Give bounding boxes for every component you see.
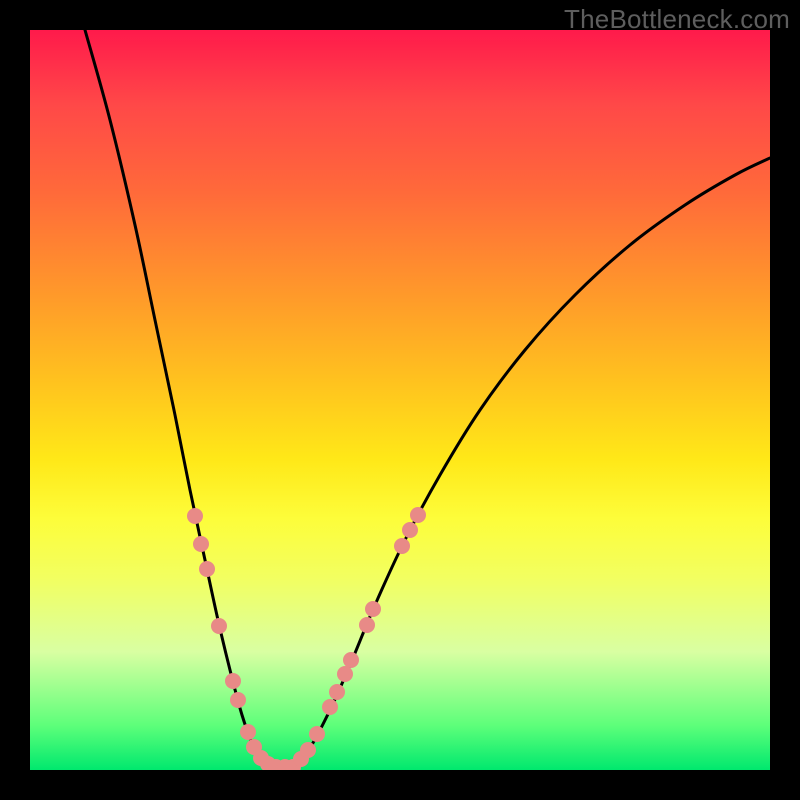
watermark-text: TheBottleneck.com	[564, 4, 790, 35]
marker-dot	[410, 507, 426, 523]
marker-dot	[300, 742, 316, 758]
marker-dot	[365, 601, 381, 617]
marker-dot	[193, 536, 209, 552]
curve-right-curve	[296, 158, 770, 767]
marker-dot	[230, 692, 246, 708]
marker-dot	[329, 684, 345, 700]
marker-dot	[187, 508, 203, 524]
marker-dot	[322, 699, 338, 715]
marker-dot	[359, 617, 375, 633]
marker-dot	[394, 538, 410, 554]
marker-dot	[337, 666, 353, 682]
marker-dot	[199, 561, 215, 577]
marker-dot	[402, 522, 418, 538]
marker-dot	[225, 673, 241, 689]
marker-dot	[343, 652, 359, 668]
chart-overlay	[30, 30, 770, 770]
curve-group	[85, 30, 770, 767]
curve-left-curve	[85, 30, 273, 767]
marker-dot	[240, 724, 256, 740]
marker-dot	[211, 618, 227, 634]
marker-dot	[309, 726, 325, 742]
chart-frame: TheBottleneck.com	[0, 0, 800, 800]
